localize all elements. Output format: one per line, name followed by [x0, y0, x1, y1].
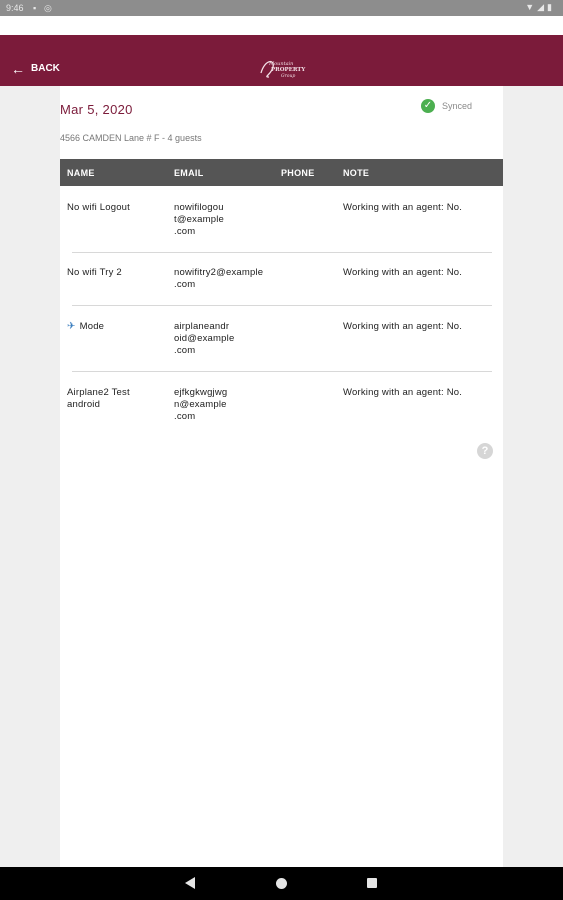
app-bar: ← BACK Mountain PROPERTY Group: [0, 35, 563, 86]
airplane-icon: ✈: [67, 321, 76, 332]
visit-date: Mar 5, 2020: [60, 102, 133, 117]
column-header-email: EMAIL: [174, 168, 204, 178]
nav-home-icon[interactable]: [276, 878, 287, 889]
right-margin: [503, 86, 563, 867]
guest-note: Working with an agent: No.: [343, 267, 463, 278]
row-divider: [72, 305, 492, 306]
guest-name: Airplane2 Test android: [67, 387, 130, 410]
row-divider: [72, 371, 492, 372]
sync-status: ✓ Synced: [421, 99, 472, 113]
svg-text:Group: Group: [281, 73, 295, 79]
visit-address: 4566 CAMDEN Lane # F - 4 guests: [60, 133, 202, 143]
guest-table-header: NAME EMAIL PHONE NOTE: [60, 159, 503, 186]
top-spacer: [0, 16, 563, 35]
nav-recents-icon[interactable]: [367, 878, 377, 888]
guest-email: nowifitry2@example .com: [174, 267, 264, 290]
column-header-note: NOTE: [343, 168, 370, 178]
row-divider: [72, 252, 492, 253]
back-arrow-icon: ←: [11, 60, 25, 77]
back-label: BACK: [31, 63, 60, 74]
svg-text:PROPERTY: PROPERTY: [271, 67, 305, 73]
guest-note: Working with an agent: No.: [343, 321, 463, 332]
column-header-phone: PHONE: [281, 168, 315, 178]
status-bar: 9:46 ▪ ◎ ▼◢▮: [0, 0, 563, 16]
signal-battery-icons: ▼◢▮: [525, 2, 555, 12]
left-margin: [0, 86, 60, 867]
brand-logo: Mountain PROPERTY Group: [260, 61, 305, 79]
guest-name-cell: ✈ Mode: [67, 321, 104, 333]
system-nav-bar: [0, 867, 563, 900]
guest-note: Working with an agent: No.: [343, 387, 463, 398]
back-button[interactable]: ← BACK: [11, 60, 60, 77]
sync-status-label: Synced: [442, 101, 473, 111]
status-time: 9:46: [6, 3, 24, 13]
check-circle-icon: ✓: [421, 99, 435, 113]
help-icon[interactable]: ?: [477, 443, 493, 459]
guest-email: airplaneandr oid@example .com: [174, 321, 235, 356]
guest-name: No wifi Logout: [67, 202, 131, 213]
guest-name: No wifi Try 2: [67, 267, 122, 278]
guest-email: ejfkgkwgjwg n@example .com: [174, 387, 228, 422]
sim-icon: ▪: [33, 3, 37, 13]
nav-back-icon[interactable]: [185, 877, 195, 889]
column-header-name: NAME: [67, 168, 95, 178]
guest-note: Working with an agent: No.: [343, 202, 463, 213]
data-saver-icon: ◎: [44, 3, 52, 13]
guest-email: nowifilogou t@example .com: [174, 202, 224, 237]
guest-name: Mode: [79, 321, 105, 332]
